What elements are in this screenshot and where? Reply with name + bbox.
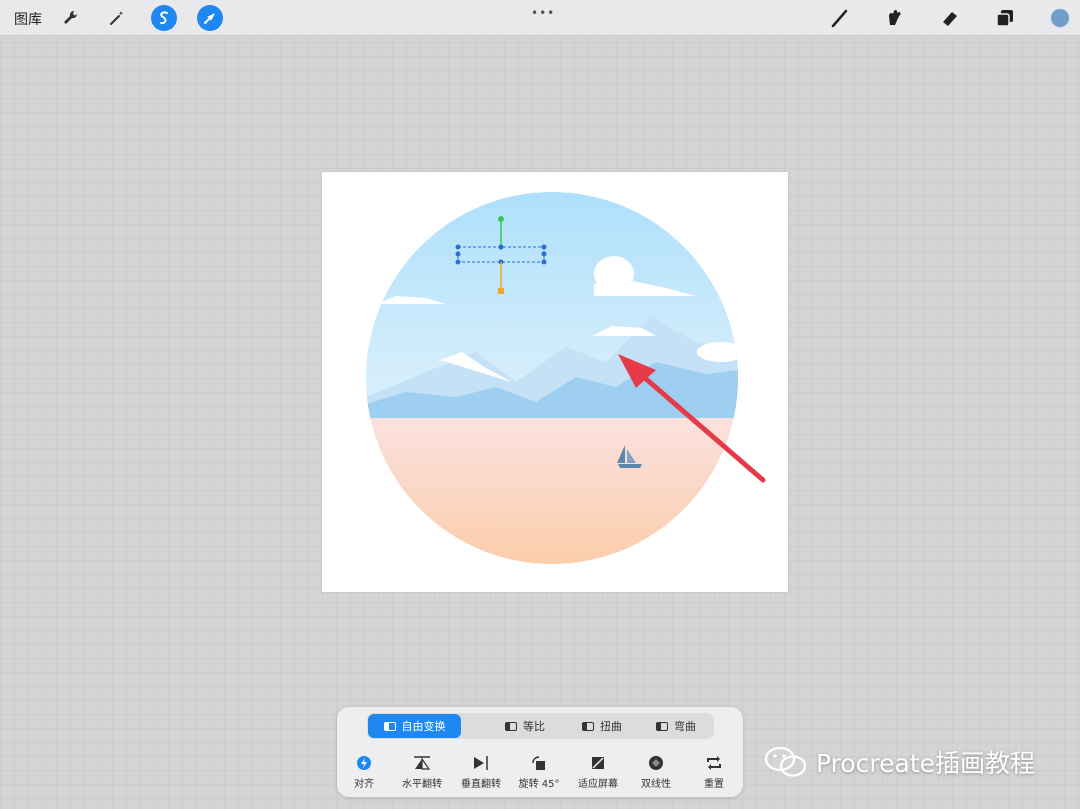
pivot-handle [498,288,504,294]
wrench-icon[interactable] [58,5,84,31]
fit-to-screen-button[interactable]: 适应屏幕 [566,754,630,790]
wechat-icon [764,746,807,777]
fit-screen-icon [566,754,630,772]
selection-s-icon[interactable] [151,5,177,31]
transform-mode-tabs: 自由变换 等比 扭曲 弯曲 [367,713,714,739]
transform-toolbar: 自由变换 等比 扭曲 弯曲 对齐 水平翻转 垂直翻转 旋转 45° 适应屏幕 双… [337,707,743,797]
rotate-icon [507,754,571,772]
rotate-45-button[interactable]: 旋转 45° [507,754,571,790]
flip-vertical-button[interactable]: 垂直翻转 [449,754,513,790]
watermark: Procreate插画教程 [764,744,1035,780]
gallery-button[interactable]: 图库 [14,9,42,29]
transform-arrow-icon[interactable] [197,5,223,31]
snapping-icon [332,754,396,772]
distort-icon [582,721,594,731]
brush-icon[interactable] [827,5,853,31]
layers-icon[interactable] [992,5,1018,31]
flip-vertical-icon [449,754,513,772]
tab-uniform[interactable]: 等比 [485,714,565,738]
grabber-handle[interactable]: ••• [531,6,555,20]
color-swatch[interactable] [1049,7,1071,29]
freeform-icon [383,721,396,731]
rotation-handle [498,216,504,222]
warp-icon [656,721,668,731]
tab-distort[interactable]: 扭曲 [567,714,637,738]
tab-freeform[interactable]: 自由变换 [368,714,461,738]
flip-horizontal-icon [390,754,454,772]
flip-horizontal-button[interactable]: 水平翻转 [390,754,454,790]
top-toolbar: 图库 ••• [0,0,1080,36]
bilinear-button[interactable]: 双线性 [624,754,688,790]
snapping-button[interactable]: 对齐 [332,754,396,790]
annotation-arrow-icon [618,354,766,483]
tab-warp[interactable]: 弯曲 [639,714,713,738]
bilinear-icon [624,754,688,772]
smudge-icon[interactable] [881,5,907,31]
reset-button[interactable]: 重置 [682,754,746,790]
magic-wand-icon[interactable] [104,5,130,31]
eraser-icon[interactable] [937,5,963,31]
uniform-icon [505,721,517,731]
reset-icon [682,754,746,772]
